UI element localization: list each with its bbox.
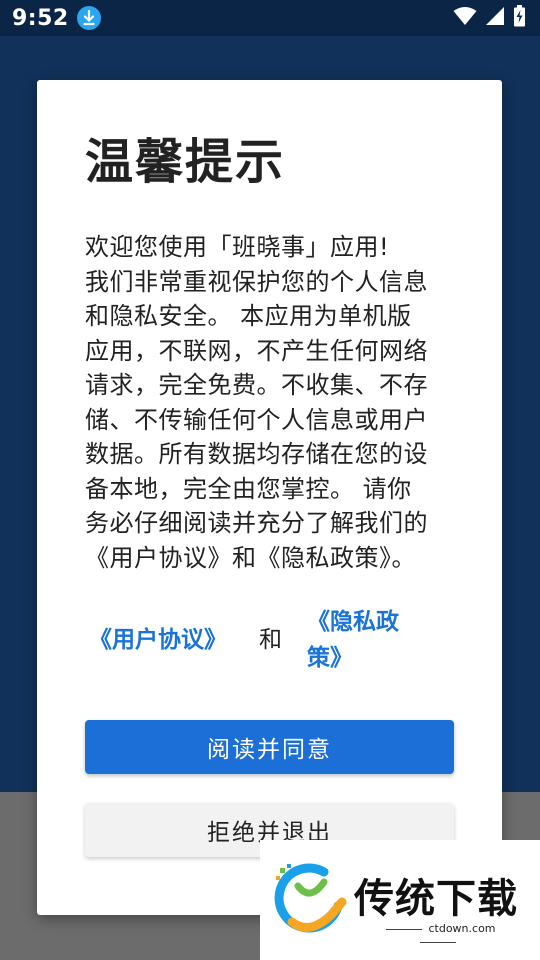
privacy-policy-link[interactable]: 《隐私政策》 [307, 604, 417, 676]
privacy-dialog: 温馨提示 欢迎您使用「班晓事」应用! 我们非常重视保护您的个人信息 和隐私安全。… [37, 80, 502, 915]
body-line: 欢迎您使用「班晓事」应用! [85, 233, 390, 261]
watermark-logo-icon [274, 863, 347, 933]
link-separator: 和 [259, 627, 282, 653]
signal-icon [485, 6, 505, 30]
wifi-icon [453, 6, 477, 30]
body-line: 储、不传输任何个人信息或用户 [85, 405, 428, 434]
body-line: 数据。所有数据均存储在您的设 [85, 440, 428, 468]
body-line: 和隐私安全。 本应用为单机版 [85, 302, 412, 330]
status-time: 9:52 [12, 5, 69, 31]
download-icon [76, 6, 101, 30]
policy-links: 《用户协议》 和 《隐私政策》 [85, 600, 445, 680]
user-agreement-link[interactable]: 《用户协议》 [89, 622, 227, 658]
watermark-brand: 传统下载 [354, 876, 518, 922]
body-line: 《用户协议》和《隐私政策》。 [85, 543, 416, 572]
dialog-body: 欢迎您使用「班晓事」应用! 我们非常重视保护您的个人信息 和隐私安全。 本应用为… [85, 230, 445, 575]
body-line: 请求，完全免费。不收集、不存 [85, 371, 428, 399]
body-line: 我们非常重视保护您的个人信息 [85, 267, 428, 296]
battery-charging-icon [513, 5, 526, 31]
body-line: 应用，不联网，不产生任何网络 [85, 336, 428, 365]
status-icons [453, 5, 526, 31]
body-line: 务必仔细阅读并充分了解我们的 [85, 509, 428, 537]
status-bar: 9:52 [0, 0, 540, 36]
agree-button[interactable]: 阅读并同意 [85, 720, 454, 774]
watermark: 传统下载 ctdown.com [260, 840, 540, 960]
dialog-title: 温馨提示 [85, 134, 286, 190]
watermark-domain: ctdown.com [368, 922, 508, 948]
body-line: 备本地，完全由您掌控。 请你 [85, 474, 412, 503]
